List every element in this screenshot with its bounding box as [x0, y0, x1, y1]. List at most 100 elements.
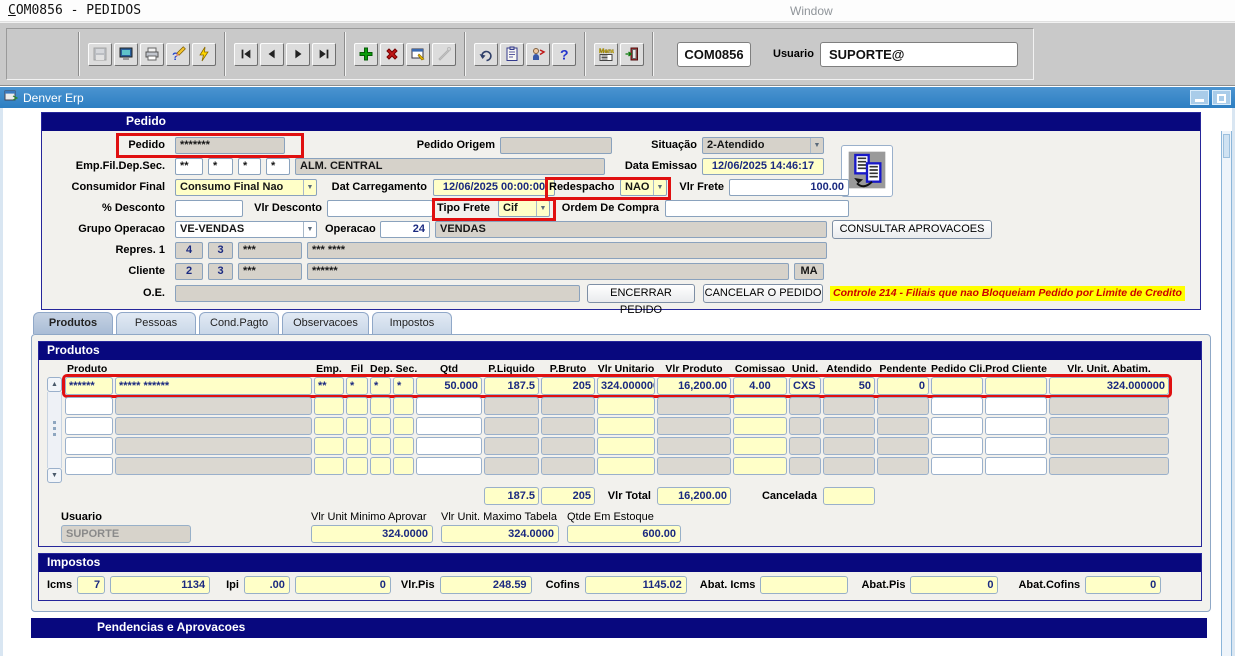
- cell-pedido-cli[interactable]: [931, 377, 983, 395]
- cancelada-field[interactable]: [823, 487, 875, 505]
- next-record-button[interactable]: [286, 43, 310, 66]
- grid-scrollbar[interactable]: ▲ ▼: [47, 377, 62, 483]
- empty-cell[interactable]: [393, 417, 414, 435]
- empty-cell[interactable]: [789, 457, 821, 475]
- empty-cell[interactable]: [931, 417, 983, 435]
- empty-cell[interactable]: [1049, 457, 1169, 475]
- cell-vlr-produto[interactable]: 16,200.00: [657, 377, 731, 395]
- cliente-cod-field[interactable]: ***: [238, 263, 302, 280]
- cell-p-liquido[interactable]: 187.5: [484, 377, 539, 395]
- empty-cell[interactable]: [484, 457, 539, 475]
- empty-cell[interactable]: [314, 397, 344, 415]
- empty-cell[interactable]: [985, 457, 1047, 475]
- situacao-dropdown[interactable]: 2-Atendido▼: [702, 137, 824, 154]
- clipboard-button[interactable]: [500, 43, 524, 66]
- cell-emp[interactable]: **: [314, 377, 344, 395]
- cell-prod-cliente[interactable]: [985, 377, 1047, 395]
- empty-cell[interactable]: [985, 437, 1047, 455]
- empty-cell[interactable]: [1049, 437, 1169, 455]
- empty-cell[interactable]: [597, 397, 655, 415]
- save-button[interactable]: [88, 43, 112, 66]
- tab-cond-pagto[interactable]: Cond.Pagto: [199, 312, 279, 334]
- product-row-empty[interactable]: [65, 397, 1169, 415]
- cell-vlr-unitario[interactable]: 324.000000: [597, 377, 655, 395]
- cliente-uf-field[interactable]: MA: [794, 263, 824, 280]
- empty-cell[interactable]: [484, 397, 539, 415]
- fil-field[interactable]: *: [208, 158, 233, 175]
- enter-query-button[interactable]: [406, 43, 430, 66]
- emp-field[interactable]: **: [175, 158, 203, 175]
- sec-field[interactable]: *: [266, 158, 290, 175]
- product-row-empty[interactable]: [65, 417, 1169, 435]
- empty-cell[interactable]: [416, 437, 482, 455]
- empty-cell[interactable]: [541, 457, 595, 475]
- cliente-fil-field[interactable]: 3: [208, 263, 233, 280]
- scroll-up-button[interactable]: ▲: [47, 377, 62, 392]
- empty-cell[interactable]: [314, 437, 344, 455]
- empty-cell[interactable]: [65, 457, 113, 475]
- cell-descricao[interactable]: ***** ******: [115, 377, 312, 395]
- empty-cell[interactable]: [789, 437, 821, 455]
- cliente-emp-field[interactable]: 2: [175, 263, 203, 280]
- last-record-button[interactable]: [312, 43, 336, 66]
- ipi-field[interactable]: 0: [295, 576, 391, 594]
- empty-cell[interactable]: [877, 437, 929, 455]
- qtde-estoque-field[interactable]: 600.00: [567, 525, 681, 543]
- empty-cell[interactable]: [657, 417, 731, 435]
- empty-cell[interactable]: [346, 397, 368, 415]
- empty-cell[interactable]: [877, 397, 929, 415]
- vlr-unit-minimo-field[interactable]: 324.0000: [311, 525, 433, 543]
- redespacho-dropdown[interactable]: NAO▼: [620, 179, 667, 196]
- empty-cell[interactable]: [314, 457, 344, 475]
- empty-cell[interactable]: [597, 417, 655, 435]
- cell-comissao[interactable]: 4.00: [733, 377, 787, 395]
- execute-button[interactable]: [192, 43, 216, 66]
- pedido-field[interactable]: *******: [175, 137, 285, 154]
- minimize-button[interactable]: [1190, 90, 1209, 105]
- empty-cell[interactable]: [416, 457, 482, 475]
- menu-window[interactable]: Window: [790, 4, 833, 18]
- exit-button[interactable]: [620, 43, 644, 66]
- cell-pendente[interactable]: 0: [877, 377, 929, 395]
- print-button[interactable]: [140, 43, 164, 66]
- empty-cell[interactable]: [823, 397, 875, 415]
- empty-cell[interactable]: [985, 417, 1047, 435]
- empty-cell[interactable]: [370, 417, 391, 435]
- dep-field[interactable]: *: [238, 158, 261, 175]
- empty-cell[interactable]: [541, 397, 595, 415]
- total-p-liquido-field[interactable]: 187.5: [484, 487, 539, 505]
- cell-vlr-unit-abatim[interactable]: 324.000000: [1049, 377, 1169, 395]
- operacao-field[interactable]: 24: [380, 221, 430, 238]
- product-row-empty[interactable]: [65, 437, 1169, 455]
- empty-cell[interactable]: [416, 397, 482, 415]
- empty-cell[interactable]: [733, 397, 787, 415]
- undo-button[interactable]: [474, 43, 498, 66]
- empty-cell[interactable]: [823, 417, 875, 435]
- consultar-aprovacoes-button[interactable]: CONSULTAR APROVACOES: [832, 220, 992, 239]
- cancelar-pedido-button[interactable]: CANCELAR O PEDIDO: [703, 284, 823, 303]
- vlr-unit-maximo-field[interactable]: 324.0000: [441, 525, 559, 543]
- vlr-total-field[interactable]: 16,200.00: [657, 487, 731, 505]
- menu-button[interactable]: Menu: [594, 43, 618, 66]
- empty-cell[interactable]: [789, 417, 821, 435]
- cell-sec[interactable]: *: [393, 377, 414, 395]
- scroll-down-button[interactable]: ▼: [47, 468, 62, 483]
- vertical-scrollbar[interactable]: [1221, 131, 1232, 656]
- oe-field[interactable]: [175, 285, 580, 302]
- product-row-selected[interactable]: ****** ***** ****** ** * * * 50.000 187.…: [65, 377, 1169, 395]
- empty-cell[interactable]: [370, 397, 391, 415]
- ipi-aliq-field[interactable]: .00: [244, 576, 290, 594]
- cofins-field[interactable]: 1145.02: [585, 576, 687, 594]
- empty-cell[interactable]: [657, 457, 731, 475]
- empty-cell[interactable]: [115, 417, 312, 435]
- abat-pis-field[interactable]: 0: [910, 576, 998, 594]
- tipo-frete-dropdown[interactable]: Cif▼: [498, 200, 550, 217]
- empty-cell[interactable]: [314, 417, 344, 435]
- empty-cell[interactable]: [416, 417, 482, 435]
- empty-cell[interactable]: [931, 397, 983, 415]
- empty-cell[interactable]: [823, 437, 875, 455]
- empty-cell[interactable]: [789, 397, 821, 415]
- delete-record-button[interactable]: [380, 43, 404, 66]
- empty-cell[interactable]: [115, 437, 312, 455]
- cell-produto[interactable]: ******: [65, 377, 113, 395]
